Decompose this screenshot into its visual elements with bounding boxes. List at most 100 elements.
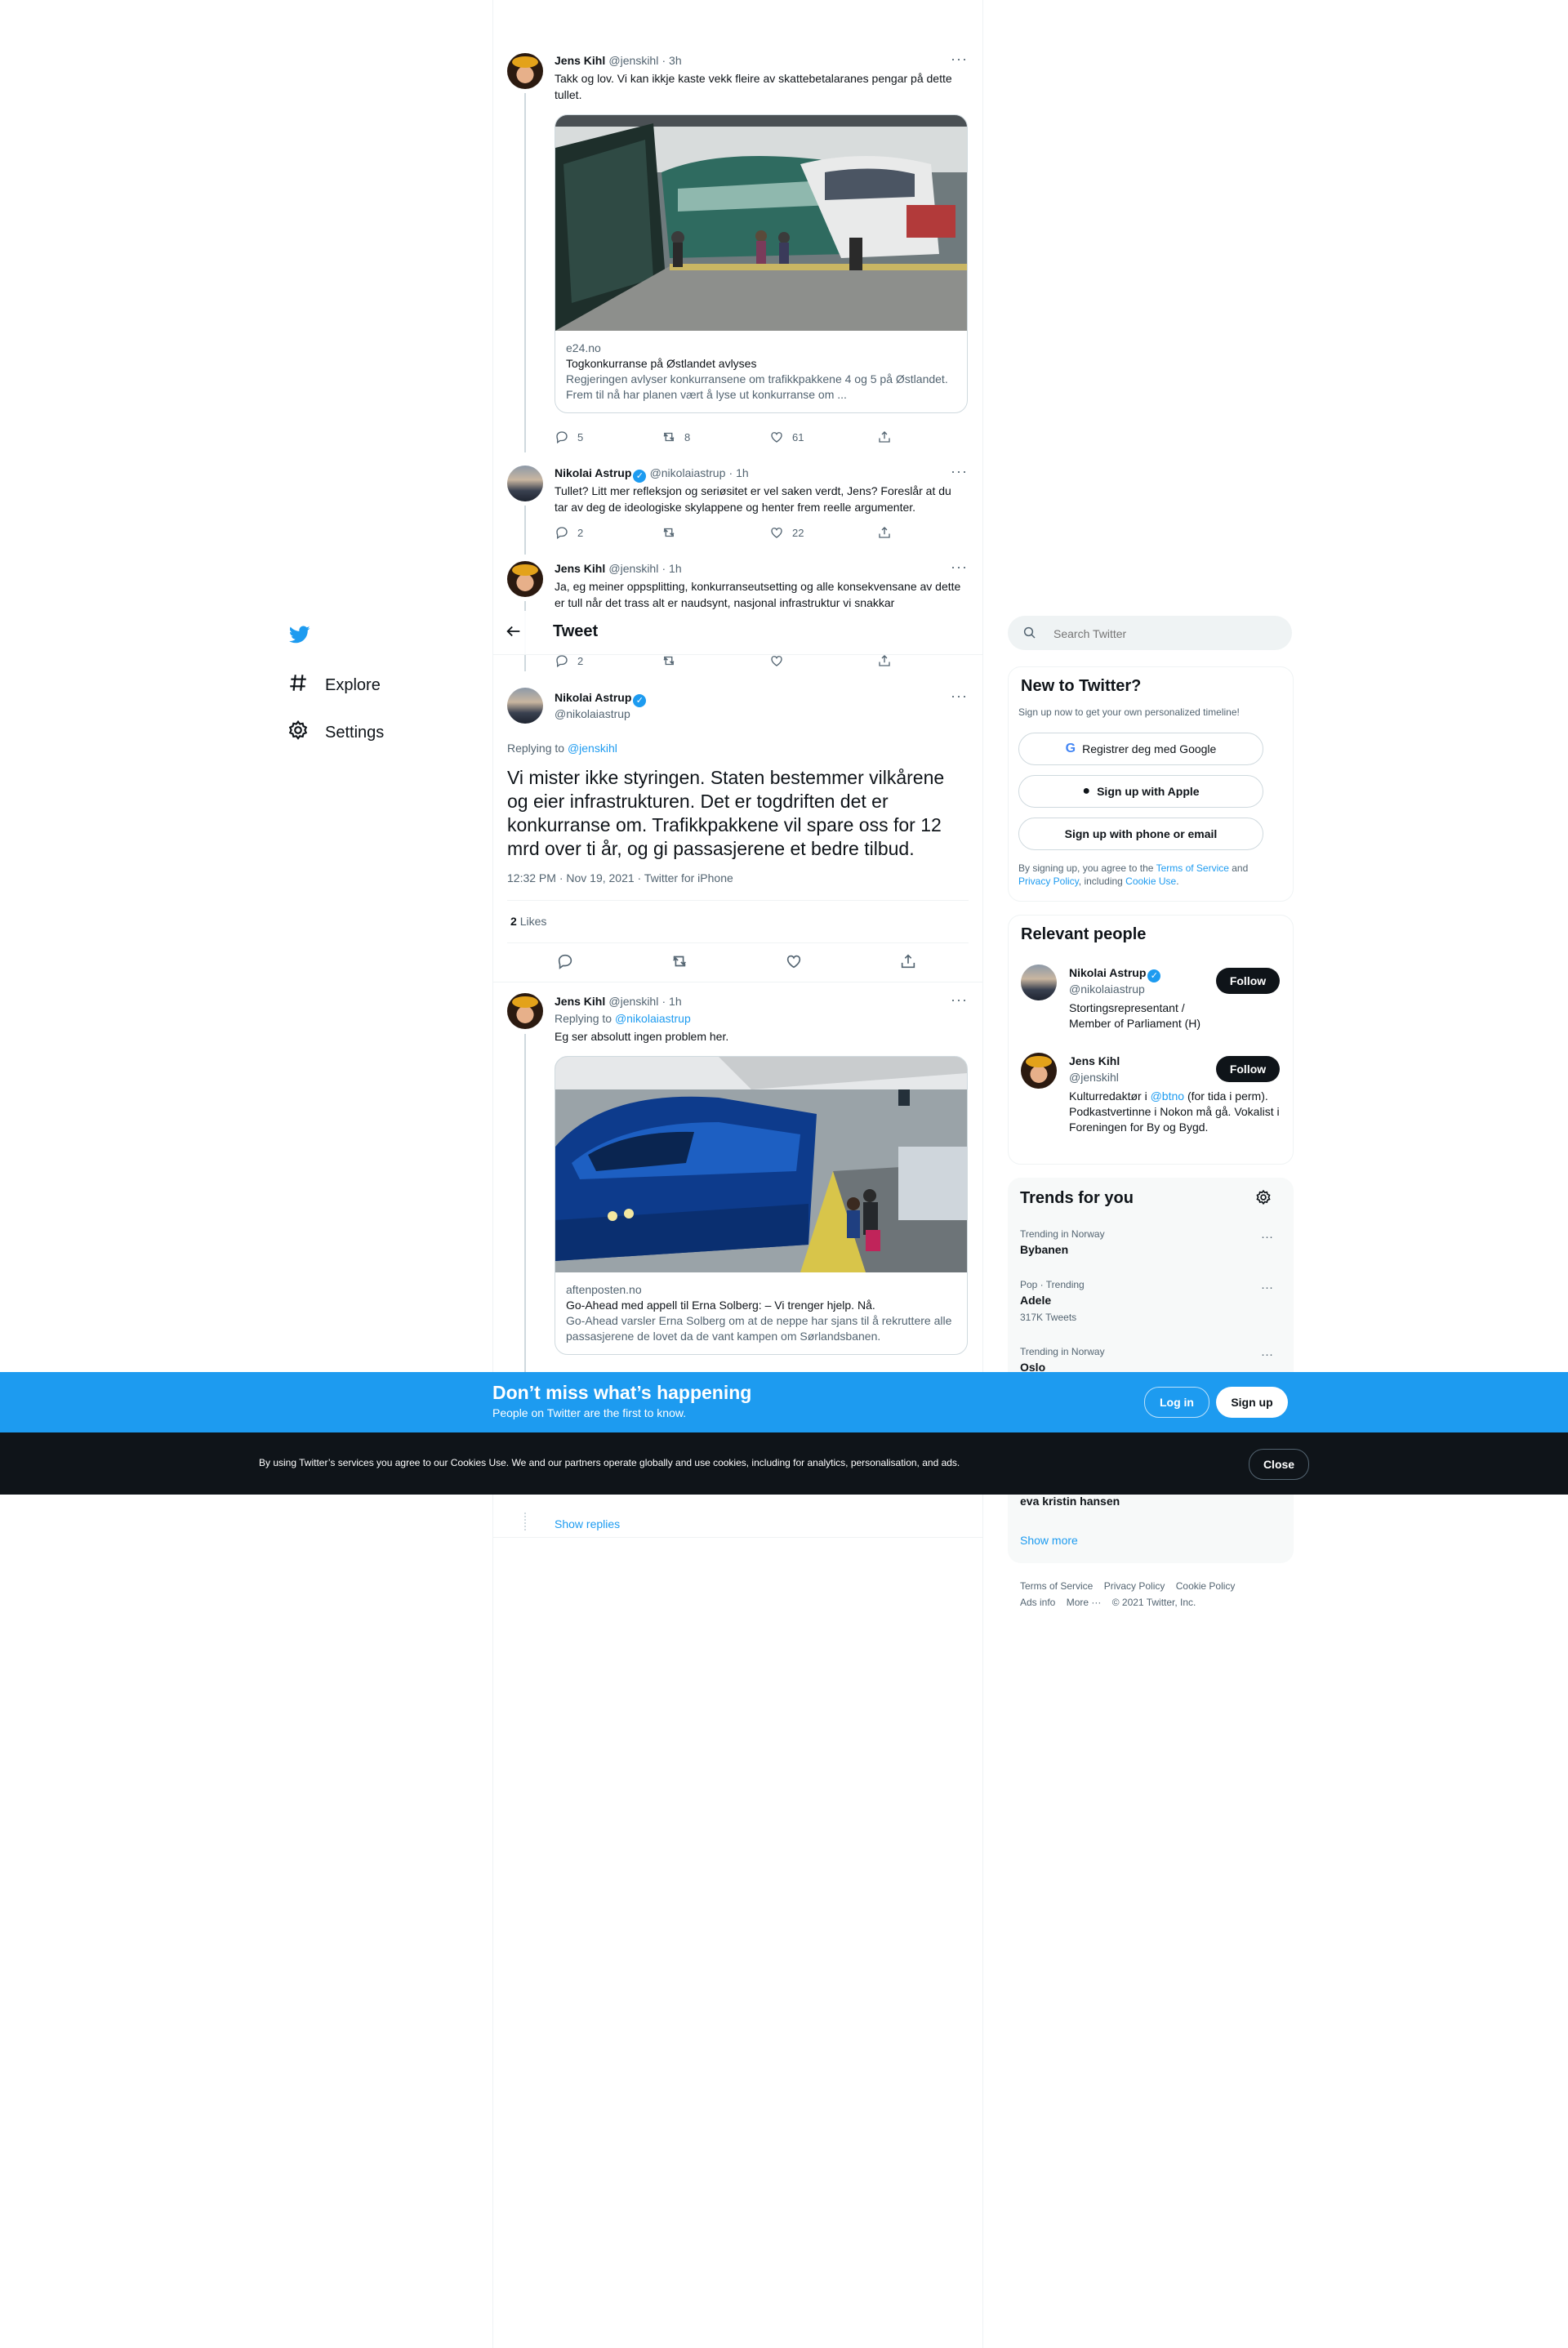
show-more-link[interactable]: Show more: [1020, 1534, 1078, 1547]
tweet-time[interactable]: · 1h: [662, 562, 682, 575]
author-name[interactable]: Nikolai Astrup: [555, 466, 631, 479]
search-box[interactable]: [1008, 616, 1292, 650]
more-icon[interactable]: ···: [951, 559, 968, 576]
author-name[interactable]: Jens Kihl: [555, 995, 605, 1008]
search-input[interactable]: [1052, 624, 1276, 644]
avatar[interactable]: [507, 53, 543, 89]
like-count: 61: [792, 430, 804, 443]
more-icon[interactable]: ···: [951, 51, 968, 68]
more-icon[interactable]: ···: [1261, 1348, 1273, 1361]
author-name[interactable]: Nikolai Astrup: [555, 691, 631, 704]
tweet-time[interactable]: · 1h: [729, 466, 749, 479]
avatar[interactable]: [507, 561, 543, 597]
footer-privacy-link[interactable]: Privacy Policy: [1104, 1580, 1165, 1592]
trends-settings-icon[interactable]: [1255, 1189, 1272, 1209]
reply-button[interactable]: 2: [555, 525, 583, 540]
tweet-time[interactable]: · 1h: [662, 995, 682, 1008]
avatar[interactable]: [507, 993, 543, 1029]
thread-tweet-2[interactable]: Nikolai Astrup ✓ @nikolaiastrup · 1h ··· …: [493, 461, 982, 555]
signup-button[interactable]: Sign up: [1216, 1387, 1288, 1418]
retweet-button[interactable]: [662, 525, 676, 540]
more-icon[interactable]: ···: [951, 991, 968, 1009]
legal-text: and: [1228, 862, 1249, 874]
trend-item[interactable]: Pop · Trending Adele 317K Tweets ···: [1008, 1276, 1294, 1341]
more-icon[interactable]: ···: [1261, 1281, 1273, 1294]
link-card[interactable]: aftenposten.no Go-Ahead med appell til E…: [555, 1056, 968, 1355]
cookie-link[interactable]: Cookie Use: [1125, 875, 1176, 887]
show-replies-link[interactable]: Show replies: [555, 1517, 620, 1530]
person-name[interactable]: Jens Kihl: [1069, 1054, 1120, 1067]
cookie-close-button[interactable]: Close: [1249, 1449, 1309, 1480]
reply-button[interactable]: 5: [555, 430, 583, 444]
tweet-time[interactable]: · 3h: [662, 54, 682, 67]
follow-button[interactable]: Follow: [1216, 968, 1280, 994]
person-handle[interactable]: @jenskihl: [1069, 1071, 1119, 1084]
share-button[interactable]: [877, 653, 892, 668]
phone-signup-button[interactable]: Sign up with phone or email: [1018, 818, 1263, 850]
share-button[interactable]: [877, 430, 892, 444]
person-row[interactable]: Jens Kihl @jenskihl Kulturredaktør i @bt…: [1009, 1053, 1293, 1159]
login-banner: Don’t miss what’s happening People on Tw…: [0, 1372, 1568, 1432]
share-button[interactable]: [877, 525, 892, 540]
like-button[interactable]: 22: [769, 525, 804, 540]
author-name[interactable]: Jens Kihl: [555, 54, 605, 67]
twitter-logo-icon[interactable]: [287, 624, 312, 645]
cookie-text: By using Twitter’s services you agree to…: [259, 1457, 960, 1468]
person-row[interactable]: Nikolai Astrup ✓ @nikolaiastrup Stortings…: [1009, 965, 1293, 1046]
banner-title: Don’t miss what’s happening: [492, 1382, 752, 1403]
login-button[interactable]: Log in: [1144, 1387, 1209, 1418]
more-icon[interactable]: ···: [951, 688, 968, 705]
panel-title: Relevant people: [1021, 925, 1147, 943]
main-column: Jens Kihl @jenskihl · 3h ··· Takk og lov…: [492, 0, 983, 2348]
tweet-header: Jens Kihl @jenskihl · 3h: [555, 54, 682, 68]
replying-to-link[interactable]: @jenskihl: [568, 742, 617, 755]
avatar[interactable]: [1021, 965, 1057, 1000]
share-icon[interactable]: [899, 952, 917, 974]
google-signup-button[interactable]: G Registrer deg med Google: [1018, 733, 1263, 765]
footer-ads-link[interactable]: Ads info: [1020, 1597, 1055, 1608]
author-handle[interactable]: @jenskihl: [608, 54, 658, 67]
replying-to-link[interactable]: @nikolaiastrup: [615, 1012, 691, 1025]
thread-tweet-1[interactable]: Jens Kihl @jenskihl · 3h ··· Takk og lov…: [493, 49, 982, 452]
footer-more-link[interactable]: More ···: [1067, 1597, 1102, 1608]
person-handle[interactable]: @nikolaiastrup: [1069, 982, 1145, 996]
person-name[interactable]: Nikolai Astrup: [1069, 966, 1146, 979]
nav-explore[interactable]: Explore: [287, 672, 381, 698]
author-handle[interactable]: @jenskihl: [608, 562, 658, 575]
link-card[interactable]: e24.no Togkonkurranse på Østlandet avlys…: [555, 114, 968, 413]
back-arrow-icon[interactable]: [505, 622, 524, 642]
reply-icon[interactable]: [556, 952, 574, 974]
likes-stat[interactable]: 2 Likes: [510, 915, 546, 928]
apple-signup-button[interactable]: ● Sign up with Apple: [1018, 775, 1263, 808]
reply-button[interactable]: 2: [555, 653, 583, 668]
like-button[interactable]: 61: [769, 430, 804, 444]
retweet-button[interactable]: 8: [662, 430, 690, 444]
author-name[interactable]: Jens Kihl: [555, 562, 605, 575]
privacy-link[interactable]: Privacy Policy: [1018, 875, 1079, 887]
avatar[interactable]: [507, 466, 543, 501]
more-icon[interactable]: ···: [951, 463, 968, 480]
footer-tos-link[interactable]: Terms of Service: [1020, 1580, 1093, 1592]
heart-icon[interactable]: [785, 952, 803, 974]
avatar[interactable]: [1021, 1053, 1057, 1089]
like-button[interactable]: [769, 653, 784, 668]
trend-name[interactable]: eva kristin hansen: [1020, 1495, 1120, 1508]
reply-tweet[interactable]: Jens Kihl @jenskihl · 1h ··· Replying to…: [493, 990, 982, 1459]
avatar[interactable]: [507, 688, 543, 724]
tos-link[interactable]: Terms of Service: [1156, 862, 1229, 874]
trend-item[interactable]: Trending in Norway Bybanen ···: [1008, 1225, 1294, 1274]
tweet-meta[interactable]: 12:32 PM · Nov 19, 2021 · Twitter for iP…: [507, 871, 733, 884]
author-handle[interactable]: @nikolaiastrup: [555, 707, 630, 720]
retweet-count: 8: [684, 430, 691, 443]
more-icon[interactable]: ···: [1261, 1230, 1273, 1244]
follow-button[interactable]: Follow: [1216, 1056, 1280, 1082]
author-handle[interactable]: @jenskihl: [608, 995, 658, 1008]
retweet-icon[interactable]: [670, 952, 688, 974]
card-domain: aftenposten.no: [566, 1283, 642, 1296]
author-handle[interactable]: @nikolaiastrup: [650, 466, 726, 479]
nav-settings[interactable]: Settings: [287, 720, 384, 746]
footer-cookie-link[interactable]: Cookie Policy: [1176, 1580, 1236, 1592]
retweet-button[interactable]: [662, 653, 676, 668]
bio-link[interactable]: @btno: [1151, 1089, 1184, 1103]
show-replies-row[interactable]: Show replies: [493, 1513, 982, 1538]
